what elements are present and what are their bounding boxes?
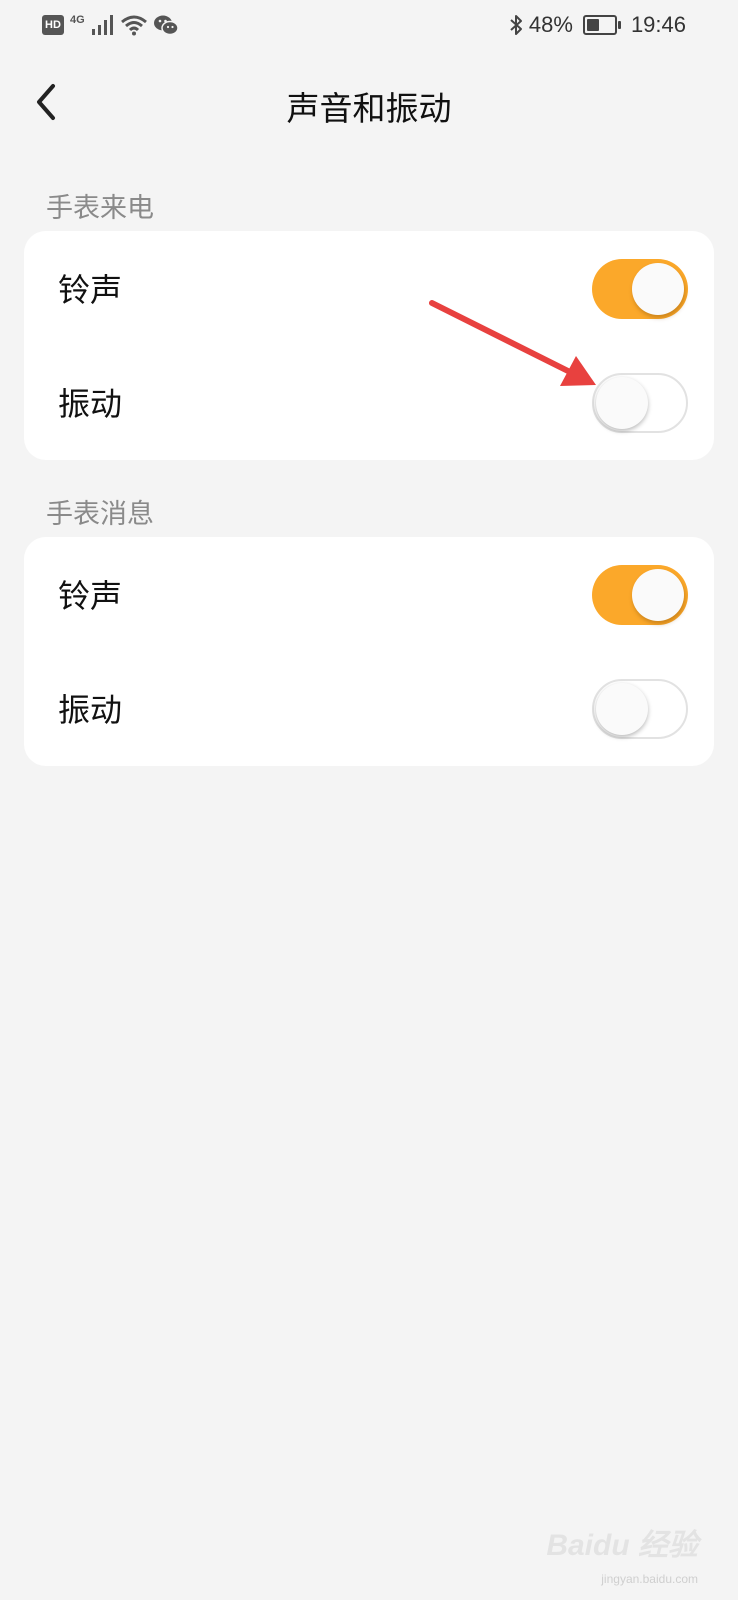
clock: 19:46 xyxy=(630,12,686,37)
settings-card-incoming-call: 铃声 振动 xyxy=(24,231,714,460)
status-bar-left: HD 4G xyxy=(42,12,179,38)
row-label: 铃声 xyxy=(58,577,123,615)
settings-row-vibration: 振动 xyxy=(24,345,714,459)
wifi-icon xyxy=(120,15,147,36)
toggle-knob xyxy=(596,377,648,429)
baidu-watermark: Baidu 经验 xyxy=(546,1520,698,1564)
title-bar: 声音和振动 xyxy=(0,64,738,142)
vibration-toggle[interactable] xyxy=(592,373,688,433)
battery-level xyxy=(586,19,599,31)
cellular-signal-icon xyxy=(91,15,113,35)
status-bar: HD 4G 48% 19:46 xyxy=(0,0,738,50)
settings-row-ringtone: 铃声 xyxy=(24,231,714,345)
watermark-url: jingyan.baidu.com xyxy=(601,1572,698,1586)
wechat-icon xyxy=(153,15,179,36)
row-label: 振动 xyxy=(58,691,123,729)
toggle-knob xyxy=(596,683,648,735)
bluetooth-icon xyxy=(510,15,522,35)
watermark-text: Baidu 经验 xyxy=(546,1529,698,1562)
toggle-knob xyxy=(632,263,684,315)
status-bar-right: 48% 19:46 xyxy=(509,10,686,40)
vibration-toggle[interactable] xyxy=(592,679,688,739)
settings-row-vibration: 振动 xyxy=(24,651,714,765)
toggle-knob xyxy=(632,569,684,621)
settings-card-messages: 铃声 振动 xyxy=(24,537,714,766)
network-type-label: 4G xyxy=(70,14,85,26)
section-label-incoming-call: 手表来电 xyxy=(46,193,154,224)
ringtone-toggle[interactable] xyxy=(592,259,688,319)
ringtone-toggle[interactable] xyxy=(592,565,688,625)
battery-icon xyxy=(582,15,621,35)
settings-row-ringtone: 铃声 xyxy=(24,537,714,651)
row-label: 振动 xyxy=(58,385,123,423)
battery-percent: 48% xyxy=(528,12,573,37)
row-label: 铃声 xyxy=(58,271,123,309)
hd-icon: HD xyxy=(42,15,64,35)
section-label-messages: 手表消息 xyxy=(46,499,154,530)
page-title: 声音和振动 xyxy=(286,89,452,128)
